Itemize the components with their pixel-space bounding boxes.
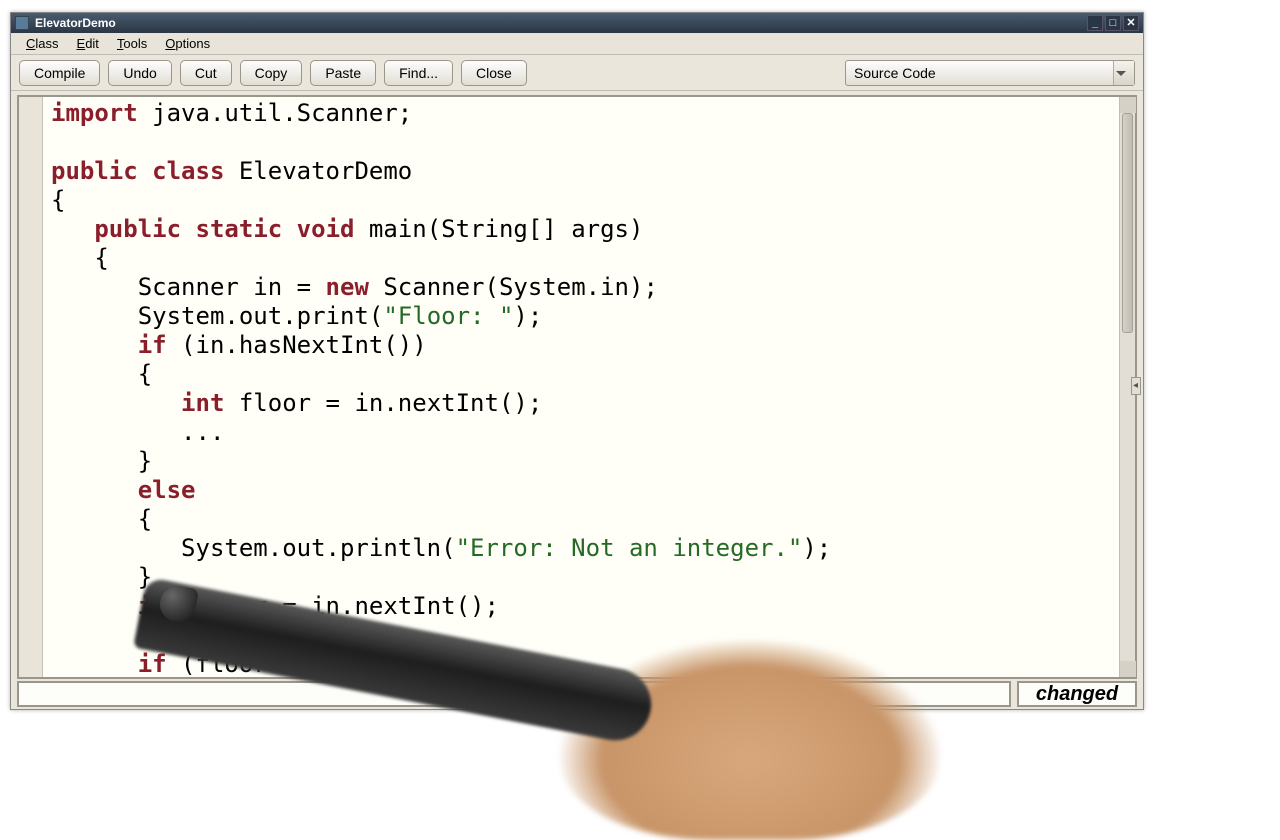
gutter (19, 97, 43, 677)
toolbar: Compile Undo Cut Copy Paste Find... Clos… (11, 55, 1143, 91)
menu-edit[interactable]: Edit (68, 34, 108, 53)
cut-button[interactable]: Cut (180, 60, 232, 86)
close-button[interactable]: Close (461, 60, 527, 86)
window-title: ElevatorDemo (35, 16, 1087, 30)
editor-area: import java.util.Scanner; public class E… (17, 95, 1137, 679)
close-window-button[interactable]: ✕ (1123, 15, 1139, 31)
compile-button[interactable]: Compile (19, 60, 100, 86)
status-badge: changed (1017, 681, 1137, 707)
view-mode-select[interactable]: Source Code (845, 60, 1135, 86)
view-mode-label: Source Code (854, 65, 936, 81)
status-area: changed (17, 681, 1137, 707)
paste-button[interactable]: Paste (310, 60, 376, 86)
find-button[interactable]: Find... (384, 60, 453, 86)
minimize-button[interactable]: _ (1087, 15, 1103, 31)
menu-tools[interactable]: Tools (108, 34, 156, 53)
menu-options[interactable]: Options (156, 34, 219, 53)
maximize-button[interactable]: □ (1105, 15, 1121, 31)
scroll-up-icon[interactable] (1120, 97, 1136, 113)
titlebar[interactable]: ElevatorDemo _ □ ✕ (11, 13, 1143, 33)
editor-window: ElevatorDemo _ □ ✕ Class Edit Tools Opti… (10, 12, 1144, 710)
scroll-down-icon[interactable] (1120, 661, 1136, 677)
collapse-handle-icon[interactable] (1131, 377, 1141, 395)
status-message (17, 681, 1011, 707)
undo-button[interactable]: Undo (108, 60, 171, 86)
code-editor[interactable]: import java.util.Scanner; public class E… (43, 97, 1119, 677)
scroll-thumb[interactable] (1122, 113, 1133, 333)
window-controls: _ □ ✕ (1087, 15, 1139, 31)
menubar: Class Edit Tools Options (11, 33, 1143, 55)
menu-class[interactable]: Class (17, 34, 68, 53)
copy-button[interactable]: Copy (240, 60, 303, 86)
app-icon (15, 16, 29, 30)
